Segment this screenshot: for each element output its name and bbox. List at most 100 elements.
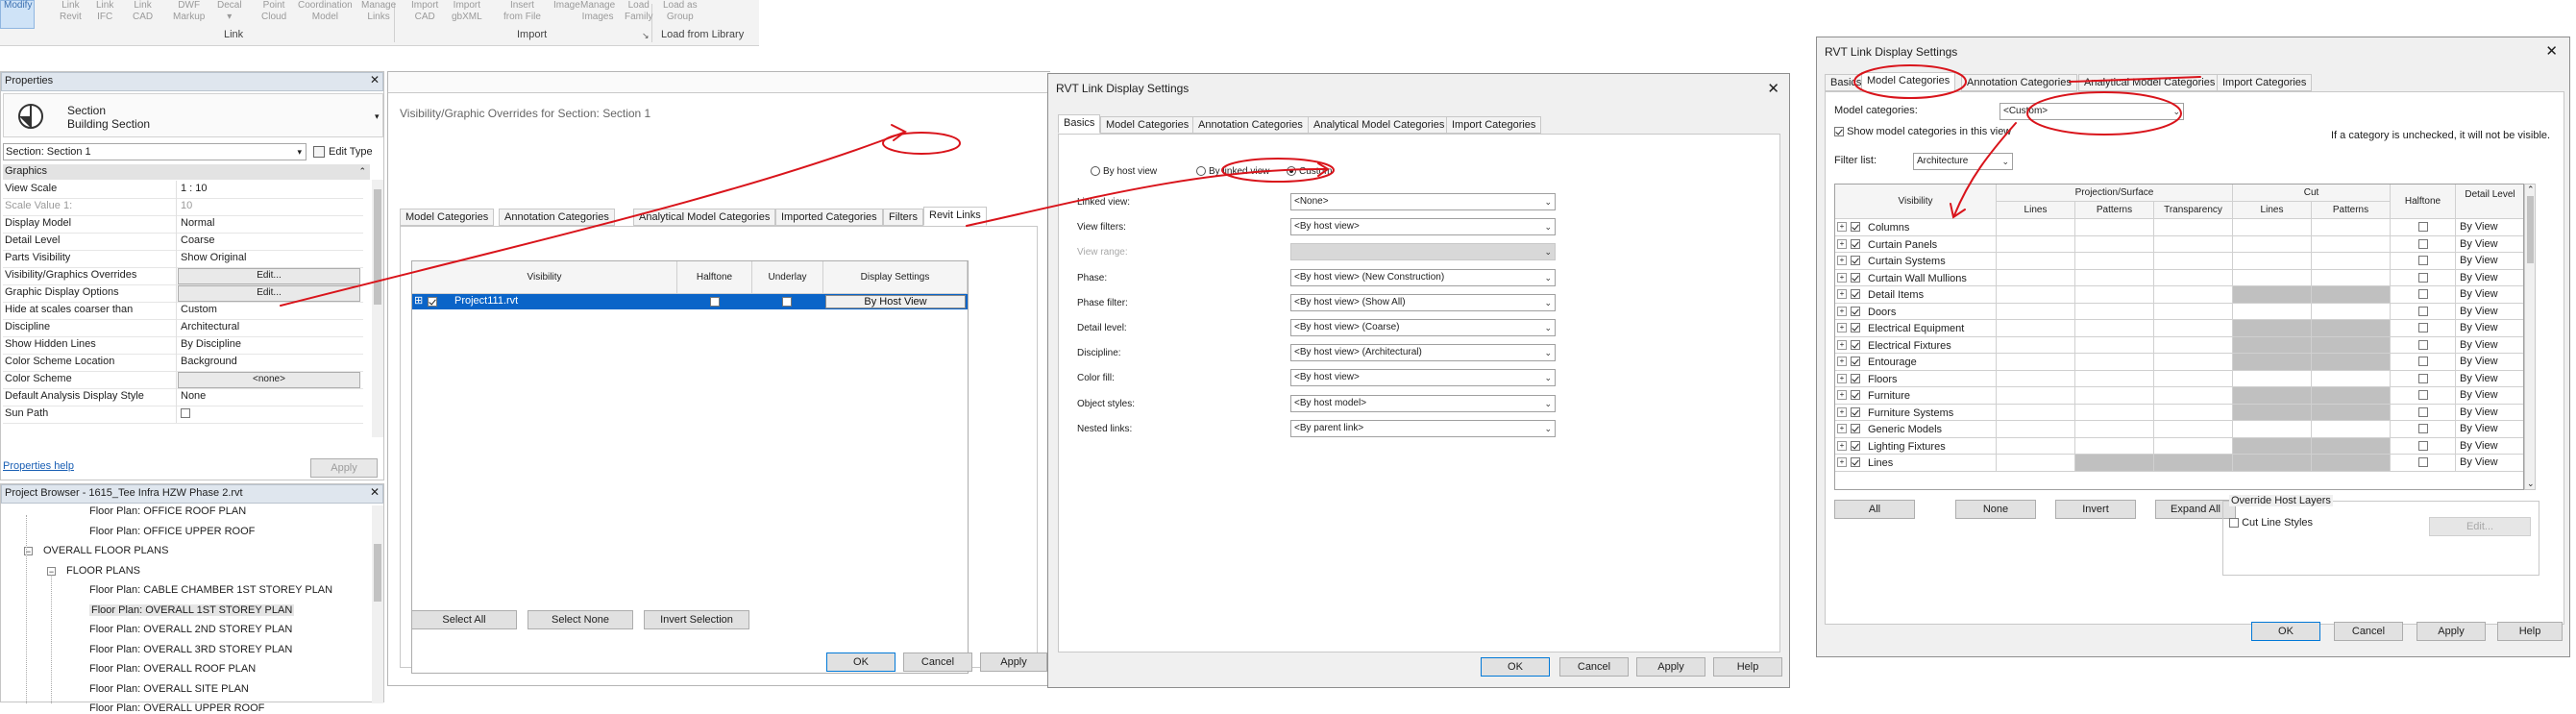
field-select[interactable]: <By parent link> ⌄	[1290, 419, 1556, 437]
browser-item[interactable]: Floor Plan: OVERALL SITE PLAN	[89, 683, 249, 695]
insert-from-file-button[interactable]: Insert from File	[503, 0, 541, 23]
browser-item[interactable]: Floor Plan: OVERALL 1ST STOREY PLAN	[89, 603, 295, 616]
override-cell[interactable]	[2233, 253, 2312, 270]
halftone-checkbox[interactable]	[2418, 289, 2428, 299]
override-cell[interactable]	[2233, 219, 2312, 236]
override-cell[interactable]	[2154, 387, 2233, 405]
browser-item[interactable]: Floor Plan: OFFICE UPPER ROOF	[89, 526, 255, 537]
override-cell[interactable]	[2312, 269, 2391, 286]
basics-tab-import-categories[interactable]: Import Categories	[1446, 116, 1542, 134]
category-checkbox[interactable]	[1851, 238, 1860, 249]
override-cell[interactable]	[2154, 320, 2233, 337]
override-cell[interactable]	[1997, 320, 2075, 337]
property-row[interactable]: Color Scheme <none>	[3, 371, 363, 389]
vg-tab-imported-categories[interactable]: Imported Categories	[775, 209, 883, 226]
halftone-checkbox[interactable]	[2418, 357, 2428, 366]
model-tab-analytical-model-categories[interactable]: Analytical Model Categories	[2078, 74, 2221, 91]
basics-tab-analytical-model-categories[interactable]: Analytical Model Categories	[1308, 116, 1451, 134]
table-row[interactable]: + Electrical Fixtures By View	[1835, 336, 2523, 354]
override-cell[interactable]	[2075, 404, 2154, 421]
halftone-checkbox[interactable]	[2418, 272, 2428, 283]
link-underlay-checkbox[interactable]	[782, 297, 792, 307]
expand-icon[interactable]: +	[1837, 440, 1847, 451]
property-value[interactable]: Background	[181, 354, 237, 370]
override-cell[interactable]	[2075, 387, 2154, 405]
browser-item[interactable]: Floor Plan: OVERALL 3RD STOREY PLAN	[89, 644, 292, 655]
table-row[interactable]: + Generic Models By View	[1835, 421, 2523, 438]
modify-button[interactable]: Modify	[4, 0, 32, 12]
category-checkbox[interactable]	[1851, 289, 1860, 299]
halftone-checkbox[interactable]	[2418, 406, 2428, 417]
override-cell[interactable]	[2233, 336, 2312, 354]
table-row[interactable]: + Curtain Systems By View	[1835, 253, 2523, 270]
dwf-markup-button[interactable]: DWF Markup	[173, 0, 205, 23]
detail-level-cell[interactable]: By View	[2456, 219, 2523, 236]
property-value[interactable]: None	[181, 388, 206, 405]
property-row[interactable]: Color Scheme Location Background	[3, 354, 363, 372]
override-cell[interactable]	[2312, 219, 2391, 236]
override-cell[interactable]	[2075, 286, 2154, 304]
override-cell[interactable]	[2233, 370, 2312, 387]
detail-level-cell[interactable]: By View	[2456, 320, 2523, 337]
override-cell[interactable]	[2075, 303, 2154, 320]
expand-icon[interactable]: +	[1837, 457, 1847, 467]
override-cell[interactable]	[2233, 286, 2312, 304]
halftone-checkbox[interactable]	[2418, 238, 2428, 249]
detail-level-cell[interactable]: By View	[2456, 371, 2523, 387]
property-value[interactable]: 1 : 10	[181, 181, 208, 197]
properties-help-link[interactable]: Properties help	[3, 460, 74, 472]
field-select[interactable]: <By host view> (Show All) ⌄	[1290, 293, 1556, 311]
field-select[interactable]: <By host view> (Architectural) ⌄	[1290, 344, 1556, 362]
category-checkbox[interactable]	[1851, 357, 1860, 366]
override-cell[interactable]	[2312, 354, 2391, 371]
all-button[interactable]: All	[1834, 500, 1915, 519]
override-cell[interactable]	[2233, 437, 2312, 455]
model-tab-import-categories[interactable]: Import Categories	[2217, 74, 2313, 91]
category-checkbox[interactable]	[1851, 323, 1860, 332]
load-family-button[interactable]: Load Family	[625, 0, 652, 23]
properties-group-header[interactable]: Graphics ⌃	[3, 164, 370, 180]
category-grid-scrollbar[interactable]: ⌃ ⌄	[2524, 184, 2536, 490]
override-cell[interactable]	[2075, 336, 2154, 354]
table-row[interactable]: + Furniture By View	[1835, 387, 2523, 405]
property-row[interactable]: Scale Value 1: 10	[3, 198, 363, 216]
override-cell[interactable]	[2154, 421, 2233, 438]
override-cell[interactable]	[1997, 253, 2075, 270]
table-row[interactable]: + Curtain Panels By View	[1835, 235, 2523, 253]
override-cell[interactable]	[1997, 336, 2075, 354]
show-categories-checkbox[interactable]	[1834, 127, 1844, 137]
override-cell[interactable]	[2154, 303, 2233, 320]
override-cell[interactable]	[2233, 269, 2312, 286]
table-row[interactable]: + Floors By View	[1835, 370, 2523, 387]
override-cell[interactable]	[1997, 404, 2075, 421]
chevron-down-icon[interactable]: ⌄	[2527, 479, 2535, 489]
cut-line-styles-checkbox[interactable]	[2229, 518, 2239, 529]
vg-tab-filters[interactable]: Filters	[883, 209, 923, 226]
model-apply-button[interactable]: Apply	[2417, 622, 2486, 641]
override-cell[interactable]	[2312, 370, 2391, 387]
table-row[interactable]: + Detail Items By View	[1835, 286, 2523, 304]
detail-level-cell[interactable]: By View	[2456, 236, 2523, 253]
override-cell[interactable]	[2312, 437, 2391, 455]
vg-ok-button[interactable]: OK	[826, 652, 895, 672]
category-checkbox[interactable]	[1851, 440, 1860, 451]
halftone-checkbox[interactable]	[2418, 424, 2428, 433]
table-row[interactable]: + Lines By View	[1835, 455, 2523, 472]
dialog-launcher-icon[interactable]: ↘	[642, 31, 650, 41]
override-cell[interactable]	[2154, 253, 2233, 270]
browser-item[interactable]: Floor Plan: OVERALL ROOF PLAN	[89, 663, 256, 675]
halftone-checkbox[interactable]	[2418, 390, 2428, 400]
link-visibility-checkbox[interactable]	[428, 297, 437, 307]
browser-scrollbar[interactable]	[372, 505, 383, 703]
vg-tab-model-categories[interactable]: Model Categories	[400, 209, 495, 226]
property-value[interactable]: Normal	[181, 215, 214, 232]
import-cad-button[interactable]: Import CAD	[411, 0, 438, 23]
override-cell[interactable]	[2154, 354, 2233, 371]
override-cell[interactable]	[2312, 421, 2391, 438]
category-checkbox[interactable]	[1851, 339, 1860, 350]
override-cell[interactable]	[1997, 421, 2075, 438]
override-cell[interactable]	[2312, 235, 2391, 253]
category-checkbox[interactable]	[1851, 306, 1860, 316]
decal-button[interactable]: Decal ▾	[217, 0, 242, 23]
link-cad-button[interactable]: Link CAD	[133, 0, 153, 23]
